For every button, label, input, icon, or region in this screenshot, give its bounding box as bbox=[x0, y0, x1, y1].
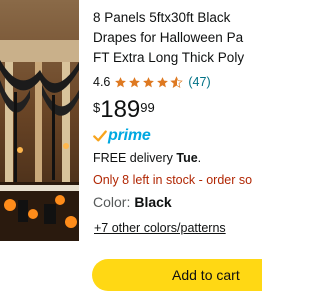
product-image[interactable] bbox=[0, 0, 79, 241]
title-line: 8 Panels 5ftx30ft Black bbox=[93, 10, 231, 25]
color-value: Black bbox=[134, 194, 172, 210]
star-full-icon bbox=[129, 76, 141, 87]
star-half-icon bbox=[170, 75, 184, 88]
star-rating bbox=[114, 75, 184, 89]
price-whole: 189 bbox=[100, 96, 141, 123]
price: $ 189 99 bbox=[93, 96, 155, 126]
other-colors-link[interactable]: +7 other colors/patterns bbox=[94, 221, 226, 235]
delivery-day: Tue bbox=[176, 151, 198, 165]
add-to-cart-button[interactable]: Add to cart bbox=[92, 259, 262, 291]
product-title[interactable]: 8 Panels 5ftx30ft Black Drapes for Hallo… bbox=[93, 8, 263, 68]
color-selection: Color: Black bbox=[93, 194, 172, 210]
rating-value: 4.6 bbox=[93, 75, 111, 89]
rating-row[interactable]: 4.6 (47) bbox=[93, 73, 211, 91]
delivery-prefix: FREE delivery bbox=[93, 151, 177, 165]
star-full-icon bbox=[143, 76, 155, 87]
rating-count-link[interactable]: (47) bbox=[188, 75, 210, 89]
delivery-suffix: . bbox=[197, 151, 202, 165]
color-label: Color: bbox=[93, 194, 131, 210]
price-symbol: $ bbox=[93, 100, 101, 115]
title-line: FT Extra Long Thick Poly bbox=[93, 50, 245, 65]
prime-badge: prime bbox=[93, 127, 151, 145]
delivery-info: FREE delivery Tue. bbox=[93, 151, 201, 165]
star-full-icon bbox=[157, 76, 169, 87]
prime-label: prime bbox=[108, 127, 151, 144]
title-line: Drapes for Halloween Pa bbox=[93, 30, 244, 45]
star-full-icon bbox=[115, 76, 127, 87]
stock-warning: Only 8 left in stock - order so bbox=[93, 173, 253, 187]
price-fraction: 99 bbox=[140, 100, 155, 115]
halloween-venue-photo bbox=[0, 0, 79, 241]
prime-check-icon bbox=[93, 130, 107, 142]
